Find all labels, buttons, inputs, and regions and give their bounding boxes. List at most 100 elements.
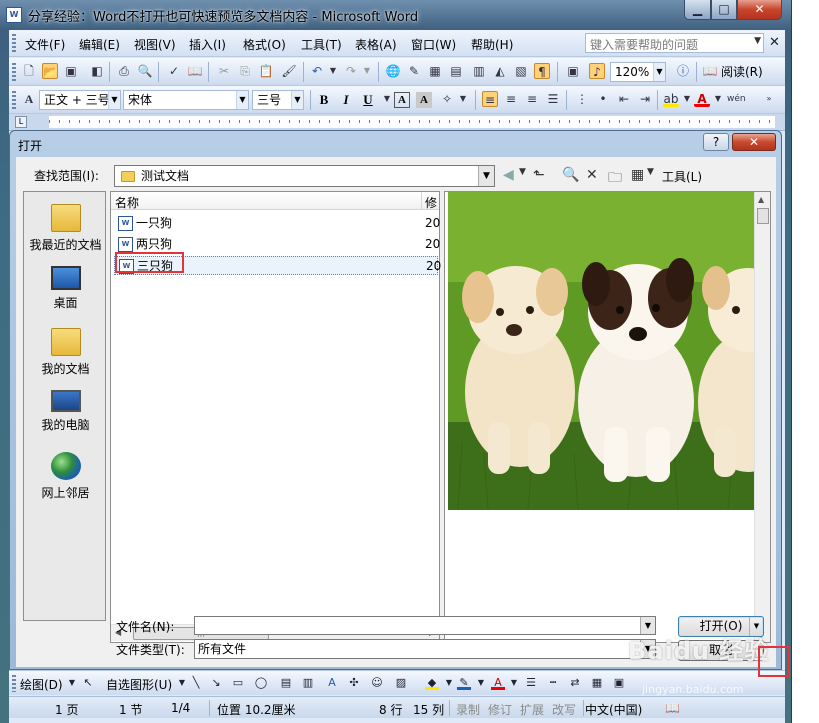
numbering-icon[interactable]: ⋮ bbox=[574, 91, 590, 107]
bold-button[interactable]: B bbox=[314, 90, 334, 110]
print-preview-icon[interactable]: 🔍 bbox=[137, 63, 153, 79]
autoshapes-menu-button[interactable]: 自选图形(U) bbox=[106, 676, 172, 693]
underline-button[interactable]: U bbox=[358, 90, 378, 110]
arrow-style-icon[interactable]: ⇄ bbox=[568, 676, 582, 690]
underline-dropdown-icon[interactable]: ▼ bbox=[379, 91, 395, 107]
menu-format[interactable]: 格式(O) bbox=[243, 36, 286, 53]
place-desktop[interactable]: 桌面 bbox=[24, 266, 107, 311]
insert-table-icon[interactable]: ▦ bbox=[427, 63, 443, 79]
columns-icon[interactable]: ▥ bbox=[471, 63, 487, 79]
new-folder-icon[interactable]: 🗀 bbox=[608, 167, 622, 191]
chevron-down-icon[interactable]: ▼ bbox=[236, 91, 248, 109]
search-web-icon[interactable]: 🔍 bbox=[562, 167, 579, 183]
read-book-icon[interactable]: 📖 bbox=[702, 63, 718, 79]
dash-style-icon[interactable]: ┅ bbox=[546, 676, 560, 690]
bullets-icon[interactable]: • bbox=[595, 91, 611, 107]
horizontal-ruler[interactable]: L bbox=[9, 114, 785, 131]
menu-edit[interactable]: 编辑(E) bbox=[79, 36, 120, 53]
document-map-icon[interactable]: ▧ bbox=[513, 63, 529, 79]
place-network[interactable]: 网上邻居 bbox=[24, 452, 107, 501]
font-size-select[interactable]: 三号 ▼ bbox=[252, 90, 304, 110]
toolbar-grip[interactable] bbox=[12, 91, 16, 109]
chevron-down-icon[interactable]: ▼ bbox=[474, 676, 488, 690]
place-my-computer[interactable]: 我的电脑 bbox=[24, 390, 107, 433]
style-select[interactable]: 正文 + 三号 ▼ bbox=[39, 90, 121, 110]
undo-dropdown-icon[interactable]: ▼ bbox=[325, 63, 341, 79]
back-icon[interactable]: ◀ bbox=[503, 167, 514, 183]
chevron-down-icon[interactable]: ▼ bbox=[65, 676, 79, 690]
show-hide-icon[interactable]: ¶ bbox=[534, 63, 550, 79]
drawing-font-color-icon[interactable]: A bbox=[491, 676, 505, 690]
help-search-input[interactable]: 键入需要帮助的问题 ▼ bbox=[585, 33, 764, 53]
align-right-icon[interactable]: ≡ bbox=[524, 91, 540, 107]
format-painter-icon[interactable]: 🖌 bbox=[281, 63, 297, 79]
print-icon[interactable]: ⎙ bbox=[116, 63, 132, 79]
column-divider[interactable] bbox=[421, 192, 422, 210]
scroll-up-icon[interactable]: ▲ bbox=[758, 195, 764, 204]
cut-icon[interactable]: ✂ bbox=[216, 63, 232, 79]
select-objects-icon[interactable]: ↖ bbox=[81, 676, 95, 690]
up-folder-icon[interactable]: ⬑ bbox=[533, 167, 545, 183]
new-document-icon[interactable]: 🗋 bbox=[21, 63, 37, 79]
char-shading-button[interactable]: A bbox=[416, 92, 432, 108]
views-dropdown-icon[interactable]: ▼ bbox=[647, 167, 654, 177]
views-icon[interactable]: ▦ bbox=[631, 167, 644, 183]
drawing-icon[interactable]: ◭ bbox=[492, 63, 508, 79]
place-my-documents[interactable]: 我的文档 bbox=[24, 328, 107, 377]
vertical-scrollbar[interactable]: ▲ ▼ bbox=[754, 192, 770, 642]
dialog-close-button[interactable]: ✕ bbox=[732, 133, 776, 151]
status-ovr[interactable]: 改写 bbox=[552, 701, 576, 718]
styles-icon[interactable]: A bbox=[21, 91, 37, 107]
char-scaling-dropdown-icon[interactable]: ▼ bbox=[455, 91, 471, 107]
chevron-down-icon[interactable]: ▼ bbox=[442, 676, 456, 690]
menu-help[interactable]: 帮助(H) bbox=[471, 36, 513, 53]
reading-layout-icon[interactable]: ▣ bbox=[565, 63, 581, 79]
spelling-status-icon[interactable]: 📖 bbox=[665, 701, 680, 715]
increase-indent-icon[interactable]: ⇥ bbox=[637, 91, 653, 107]
redo-icon[interactable]: ↷ bbox=[343, 63, 359, 79]
permission-icon[interactable]: ◧ bbox=[89, 63, 105, 79]
oval-icon[interactable]: ◯ bbox=[254, 676, 268, 690]
chevron-down-icon[interactable]: ▼ bbox=[653, 63, 665, 81]
char-border-button[interactable]: A bbox=[394, 92, 410, 108]
clip-art-icon[interactable]: ☺ bbox=[370, 676, 384, 690]
redo-dropdown-icon[interactable]: ▼ bbox=[359, 63, 375, 79]
phonetic-guide-icon[interactable]: wén bbox=[727, 91, 746, 107]
read-button[interactable]: 阅读(R) bbox=[721, 63, 763, 80]
menu-window[interactable]: 窗口(W) bbox=[411, 36, 456, 53]
italic-button[interactable]: I bbox=[336, 90, 356, 110]
tools-menu-button[interactable]: 工具(L) bbox=[662, 168, 702, 185]
chevron-down-icon[interactable]: ▼ bbox=[108, 91, 120, 109]
highlight-icon[interactable]: ♪ bbox=[589, 63, 605, 79]
vertical-text-box-icon[interactable]: ▥ bbox=[301, 676, 315, 690]
shadow-style-icon[interactable]: ▦ bbox=[590, 676, 604, 690]
minimize-button[interactable]: ▁ bbox=[684, 0, 711, 20]
file-row[interactable]: W 一只狗 20 bbox=[114, 214, 440, 233]
chevron-down-icon[interactable]: ▼ bbox=[175, 676, 189, 690]
copy-icon[interactable]: ⎘ bbox=[237, 63, 253, 79]
save-icon[interactable]: ▣ bbox=[63, 63, 79, 79]
spelling-icon[interactable]: ✓ bbox=[166, 63, 182, 79]
line-style-icon[interactable]: ☰ bbox=[524, 676, 538, 690]
font-select[interactable]: 宋体 ▼ bbox=[123, 90, 249, 110]
lookin-select[interactable]: 测试文档 ▼ bbox=[114, 165, 495, 187]
column-name[interactable]: 名称 bbox=[115, 194, 139, 211]
chevron-down-icon[interactable]: ▼ bbox=[291, 91, 303, 109]
chevron-down-icon[interactable]: ▼ bbox=[478, 166, 494, 186]
zoom-select[interactable]: 120% ▼ bbox=[610, 62, 666, 82]
3d-style-icon[interactable]: ▣ bbox=[612, 676, 626, 690]
tables-borders-icon[interactable]: ✎ bbox=[406, 63, 422, 79]
fill-color-icon[interactable]: ◆ bbox=[425, 676, 439, 690]
undo-icon[interactable]: ↶ bbox=[309, 63, 325, 79]
status-trk[interactable]: 修订 bbox=[488, 701, 512, 718]
insert-excel-icon[interactable]: ▤ bbox=[448, 63, 464, 79]
tab-selector-icon[interactable]: L bbox=[15, 116, 27, 128]
decrease-indent-icon[interactable]: ⇤ bbox=[616, 91, 632, 107]
maximize-button[interactable]: □ bbox=[711, 0, 737, 20]
highlight-color-icon[interactable]: ab bbox=[663, 91, 679, 107]
highlight-dropdown-icon[interactable]: ▼ bbox=[679, 91, 695, 107]
toolbar-grip[interactable] bbox=[12, 63, 16, 81]
delete-icon[interactable]: ✕ bbox=[586, 167, 598, 183]
menu-table[interactable]: 表格(A) bbox=[355, 36, 397, 53]
open-folder-icon[interactable]: 📂 bbox=[42, 63, 58, 79]
